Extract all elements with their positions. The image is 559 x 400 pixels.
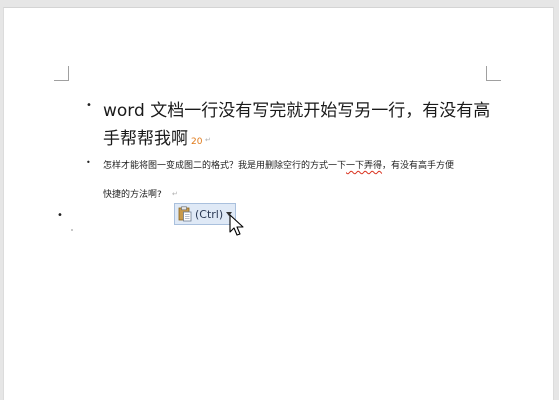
paragraph-2-text-end: ，有没有高手方便 [382, 161, 455, 171]
paragraph-2-line-2-text: 快捷的方法啊? [103, 190, 162, 200]
bullet-empty-line: • [57, 210, 63, 221]
paragraph-1-line-1-text: word 文档一行没有写完就开始写另一行，有没有高 [103, 101, 491, 121]
answer-count-badge: 20 [191, 137, 203, 147]
document-page[interactable] [3, 7, 554, 400]
paragraph-1-line-2-text: 手帮帮我啊 [103, 129, 188, 149]
clipboard-paste-icon [178, 206, 192, 222]
paragraph-mark: ↵ [172, 190, 178, 198]
margin-corner-top-left [54, 66, 69, 81]
paragraph-1-line-1[interactable]: word 文档一行没有写完就开始写另一行，有没有高 [103, 96, 490, 121]
paragraph-mark: ↵ [205, 136, 211, 144]
margin-corner-top-right [486, 66, 501, 81]
word-editor-canvas: • word 文档一行没有写完就开始写另一行，有没有高 手帮帮我啊 20 ↵ • … [0, 0, 559, 400]
paste-options-label: (Ctrl) [195, 207, 224, 221]
paragraph-mark [71, 229, 73, 231]
bullet-paragraph-2: • [86, 158, 91, 167]
paste-options-button[interactable]: (Ctrl) [174, 203, 236, 225]
paragraph-2-line-2[interactable]: 快捷的方法啊? [103, 187, 162, 200]
paragraph-1-line-2[interactable]: 手帮帮我啊 20 [103, 124, 202, 149]
bullet-paragraph-1: • [86, 100, 92, 111]
mouse-pointer-icon [229, 214, 244, 236]
paragraph-2-line-1[interactable]: 怎样才能将图一变成图二的格式？我是用删除空行的方式一下一下弄得，有没有高手方便 [103, 158, 454, 171]
spellcheck-flagged-text[interactable]: 一下弄得 [346, 161, 382, 171]
paragraph-2-text-start: 怎样才能将图一变成图二的格式？我是用删除空行的方式一下 [103, 161, 347, 171]
